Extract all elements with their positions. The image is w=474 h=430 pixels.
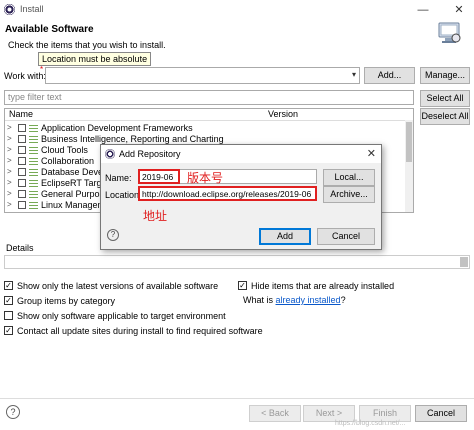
what-is-prefix: What is <box>243 295 276 305</box>
details-area <box>4 255 470 269</box>
option-label: Hide items that are already installed <box>251 281 395 291</box>
deselect-all-button[interactable]: Deselect All <box>420 108 470 125</box>
checkbox-box[interactable] <box>4 311 13 320</box>
dialog-close-button[interactable]: ✕ <box>367 147 376 160</box>
category-icon <box>29 135 38 143</box>
option-label: Show only software applicable to target … <box>17 311 226 321</box>
tree-row-label: EclipseRT Target <box>41 178 110 188</box>
row-checkbox[interactable] <box>18 168 26 176</box>
name-label: Name: <box>105 173 132 183</box>
row-checkbox[interactable] <box>18 190 26 198</box>
category-icon <box>29 201 38 209</box>
tree-row-label: General Purpose <box>41 189 110 199</box>
location-field[interactable]: http://download.eclipse.org/releases/201… <box>138 186 317 201</box>
location-label: Location: <box>105 190 142 200</box>
dialog-cancel-button[interactable]: Cancel <box>317 228 375 245</box>
option-label: Show only the latest versions of availab… <box>17 281 219 291</box>
dialog-title: Add Repository <box>119 149 181 159</box>
expand-arrow-icon[interactable]: > <box>7 123 12 132</box>
tree-row-label: Cloud Tools <box>41 145 88 155</box>
validation-tooltip: Location must be absolute <box>38 52 152 66</box>
error-indicator: * <box>40 65 44 74</box>
category-icon <box>29 124 38 132</box>
row-checkbox[interactable] <box>18 179 26 187</box>
checkbox-box[interactable]: ✓ <box>238 281 247 290</box>
option-label: Group items by category <box>17 296 116 306</box>
details-scrollbar[interactable] <box>460 257 468 267</box>
back-button[interactable]: < Back <box>249 405 301 422</box>
category-icon <box>29 146 38 154</box>
expand-arrow-icon[interactable]: > <box>7 211 12 212</box>
page-description: Check the items that you wish to install… <box>8 40 166 50</box>
minimize-button[interactable]: — <box>412 1 434 19</box>
expand-arrow-icon[interactable]: > <box>7 145 12 154</box>
tree-row-label: Application Development Frameworks <box>41 123 193 133</box>
name-value-highlight[interactable]: 2019-06 <box>138 169 180 184</box>
install-wizard-icon <box>438 22 461 43</box>
eclipse-icon <box>4 4 15 15</box>
row-checkbox[interactable] <box>18 146 26 154</box>
dialog-help-icon[interactable]: ? <box>107 229 119 241</box>
option-label: Contact all update sites during install … <box>17 326 263 336</box>
archive-button[interactable]: Archive... <box>323 186 375 203</box>
footer-separator <box>0 398 474 399</box>
tree-row-label: Linux Tools <box>41 211 86 212</box>
tree-row-label: Collaboration <box>41 156 95 166</box>
add-site-button[interactable]: Add... <box>364 67 415 84</box>
expand-arrow-icon[interactable]: > <box>7 134 12 143</box>
tree-header: Name Version <box>5 109 413 121</box>
window-title: Install <box>20 4 44 14</box>
checkbox-box[interactable]: ✓ <box>4 281 13 290</box>
watermark: https://blog.csdn.net/... <box>335 420 406 427</box>
row-checkbox[interactable] <box>18 157 26 165</box>
column-name: Name <box>9 109 34 119</box>
add-repository-dialog: Add Repository ✕ Name: 2019-06 版本号 Local… <box>100 144 382 250</box>
select-all-button[interactable]: Select All <box>420 90 470 107</box>
dialog-title-bar: Add Repository ✕ <box>101 145 381 163</box>
checkbox-box[interactable]: ✓ <box>4 326 13 335</box>
category-icon <box>29 168 38 176</box>
local-button[interactable]: Local... <box>323 169 375 186</box>
scrollbar-thumb[interactable] <box>406 122 412 162</box>
category-icon <box>29 179 38 187</box>
address-annotation: 地址 <box>143 209 168 223</box>
already-installed-link[interactable]: already installed <box>276 295 341 305</box>
expand-arrow-icon[interactable]: > <box>7 178 12 187</box>
page-heading: Available Software <box>5 24 94 35</box>
expand-arrow-icon[interactable]: > <box>7 189 12 198</box>
column-version: Version <box>268 109 299 119</box>
tree-scrollbar[interactable] <box>405 120 413 212</box>
cancel-button[interactable]: Cancel <box>415 405 467 422</box>
expand-arrow-icon[interactable]: > <box>7 156 12 165</box>
row-checkbox[interactable] <box>18 124 26 132</box>
dialog-add-button[interactable]: Add <box>259 228 311 245</box>
expand-arrow-icon[interactable]: > <box>7 200 12 209</box>
category-icon <box>29 157 38 165</box>
version-annotation: 版本号 <box>187 171 224 185</box>
row-checkbox[interactable] <box>18 135 26 143</box>
checkbox-box[interactable]: ✓ <box>4 296 13 305</box>
expand-arrow-icon[interactable]: > <box>7 167 12 176</box>
what-is-installed: What is already installed? <box>243 295 346 305</box>
what-is-suffix: ? <box>340 295 346 305</box>
eclipse-icon <box>105 149 115 159</box>
category-icon <box>29 190 38 198</box>
chevron-down-icon[interactable]: ▾ <box>352 70 356 79</box>
close-button[interactable]: ✕ <box>448 1 470 19</box>
details-label: Details <box>6 243 34 253</box>
row-checkbox[interactable] <box>18 212 26 213</box>
work-with-combo[interactable]: ▾ <box>45 67 360 84</box>
title-bar: Install — ✕ <box>0 0 474 20</box>
filter-input[interactable]: type filter text <box>4 90 414 105</box>
manage-button[interactable]: Manage... <box>420 67 470 84</box>
category-icon <box>29 212 38 213</box>
help-icon[interactable]: ? <box>6 405 20 419</box>
tree-row[interactable]: > Application Development Frameworks <box>5 123 405 134</box>
row-checkbox[interactable] <box>18 201 26 209</box>
